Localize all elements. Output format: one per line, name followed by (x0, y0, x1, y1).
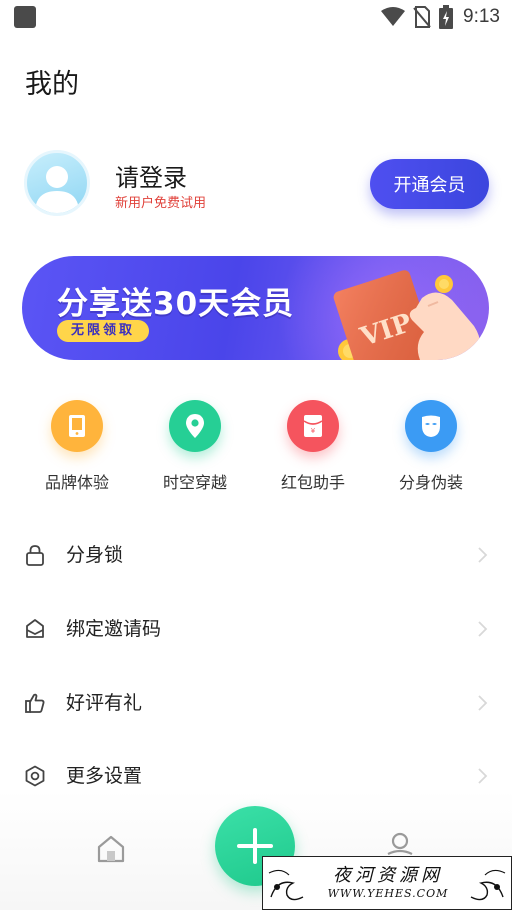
app-notification-icon (14, 6, 36, 28)
feature-icon-circle: ¥ (287, 400, 339, 452)
no-sim-icon (413, 6, 431, 28)
page-title: 我的 (25, 69, 79, 100)
feature-icon-circle (405, 400, 457, 452)
status-time: 9:13 (463, 6, 500, 27)
banner-title: 分享送30天会员 (57, 286, 295, 322)
menu-label: 更多设置 (66, 765, 143, 787)
feature-label: 时空穿越 (162, 473, 227, 492)
share-promo-banner[interactable]: 分享送30天会员 无限领取 VIP (22, 256, 489, 360)
feature-brand-experience[interactable]: 品牌体验 (27, 400, 127, 493)
status-bar: 9:13 (0, 0, 512, 36)
menu-item-clone-lock[interactable]: 分身锁 (0, 526, 512, 586)
ornament-left-icon (268, 869, 304, 901)
feature-red-envelope-helper[interactable]: ¥ 红包助手 (263, 400, 363, 493)
watermark: 夜河资源网 WWW.YEHES.COM (262, 856, 512, 910)
settings-icon (25, 765, 45, 787)
vip-card-illustration: VIP (333, 270, 481, 360)
feature-label: 品牌体验 (44, 473, 109, 492)
home-icon[interactable] (96, 834, 126, 864)
chevron-right-icon (478, 621, 488, 637)
ornament-right-icon (470, 869, 506, 901)
banner-badge: 无限领取 (57, 320, 150, 342)
open-vip-button[interactable]: 开通会员 (370, 159, 489, 209)
feature-icon-circle (169, 400, 221, 452)
envelope-icon (26, 619, 44, 638)
chevron-right-icon (478, 547, 488, 563)
menu-label: 分身锁 (66, 544, 124, 566)
watermark-text: 夜河资源网 (333, 865, 443, 886)
chevron-right-icon (478, 768, 488, 784)
red-envelope-icon: ¥ (303, 415, 323, 437)
login-link[interactable]: 请登录 (115, 158, 187, 193)
menu-item-rate-reward[interactable]: 好评有礼 (0, 674, 512, 734)
location-pin-icon (186, 414, 204, 438)
thumbs-up-icon (25, 693, 45, 713)
feature-clone-disguise[interactable]: 分身伪装 (381, 400, 481, 493)
chevron-right-icon (478, 695, 488, 711)
feature-label: 红包助手 (280, 473, 345, 492)
lock-icon (26, 545, 44, 566)
feature-label: 分身伪装 (398, 473, 463, 492)
feature-time-travel[interactable]: 时空穿越 (145, 400, 245, 493)
feature-icon-circle (51, 400, 103, 452)
avatar[interactable] (24, 150, 90, 216)
watermark-url: WWW.YEHES.COM (327, 887, 449, 900)
tablet-icon (69, 415, 85, 437)
default-user-icon (35, 166, 79, 213)
battery-charging-icon (439, 5, 454, 29)
trial-text: 新用户免费试用 (115, 196, 207, 211)
menu-label: 绑定邀请码 (66, 618, 162, 640)
mask-icon (422, 415, 440, 437)
menu-item-bind-invite-code[interactable]: 绑定邀请码 (0, 600, 512, 660)
status-indicators: 9:13 (381, 5, 500, 29)
svg-text:¥: ¥ (311, 427, 316, 435)
menu-label: 好评有礼 (66, 692, 143, 714)
wifi-icon (381, 7, 406, 26)
